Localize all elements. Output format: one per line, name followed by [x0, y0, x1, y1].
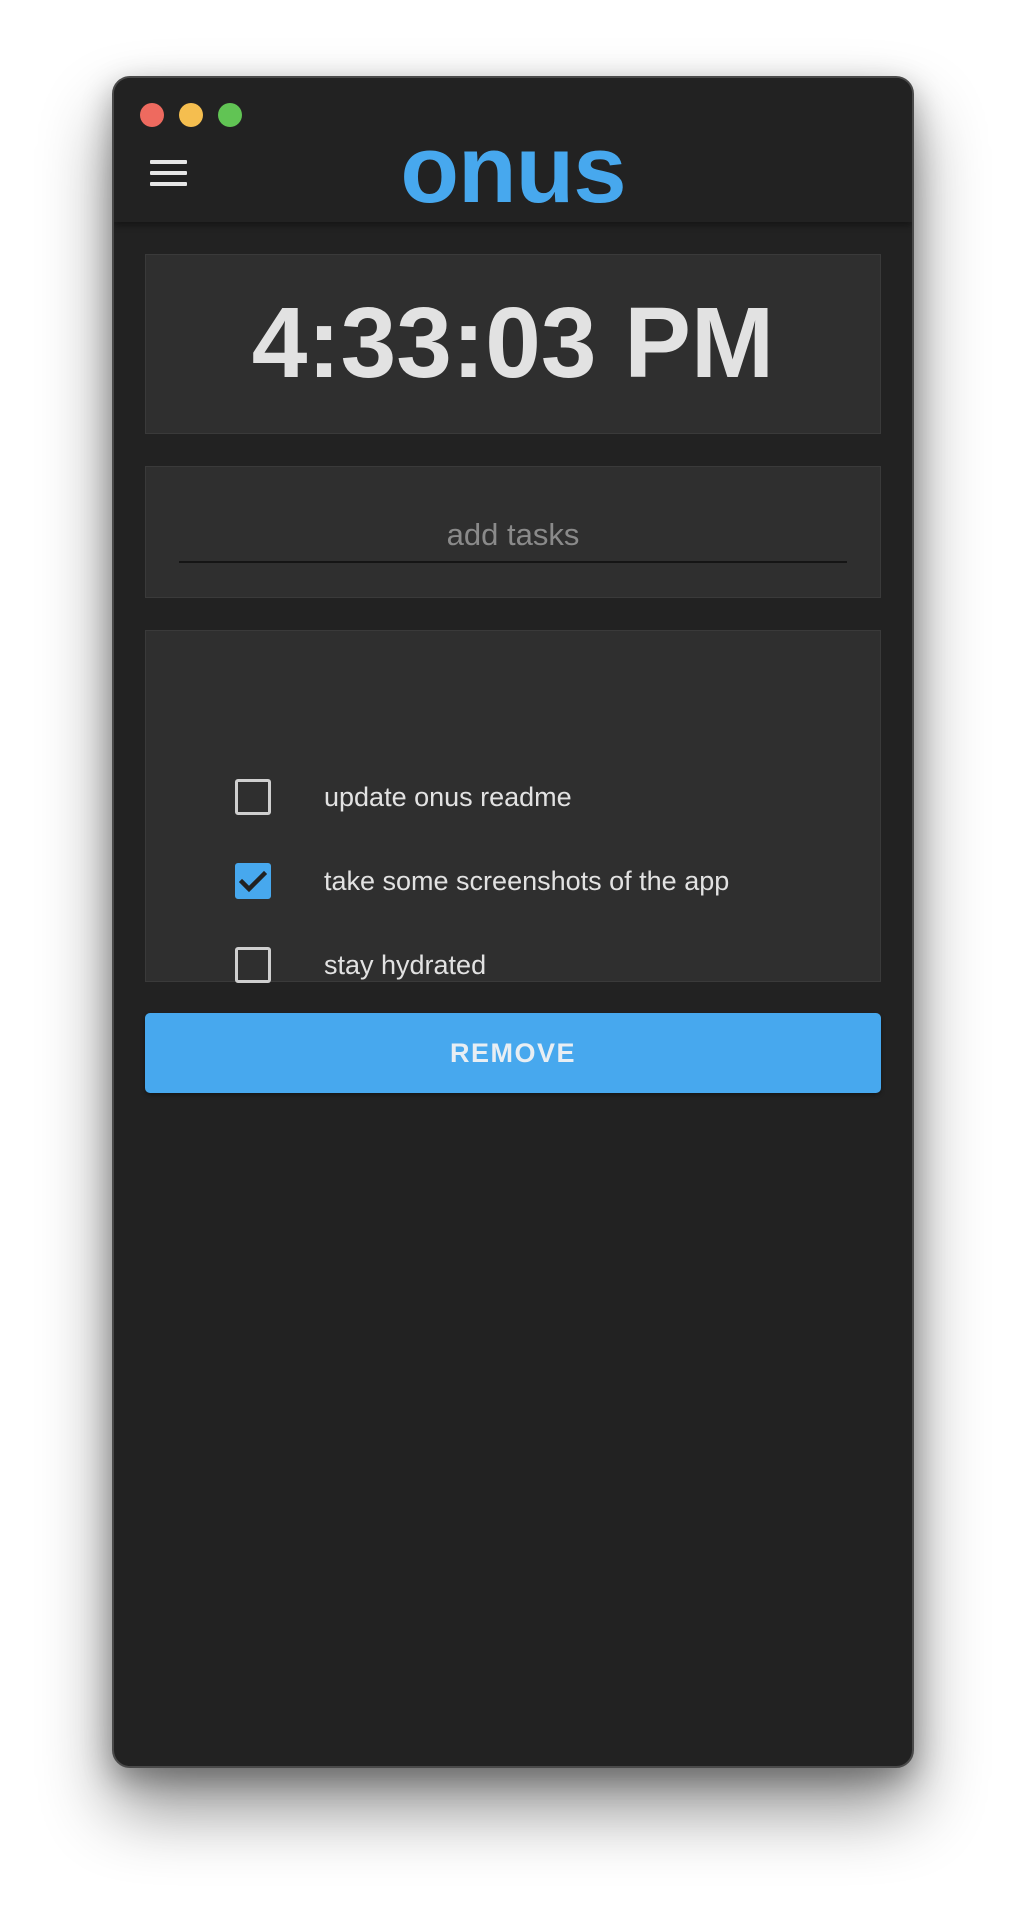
- checkmark-icon: [239, 870, 267, 893]
- task-label: take some screenshots of the app: [324, 866, 730, 896]
- task-item[interactable]: update onus readme: [235, 779, 815, 819]
- task-item[interactable]: take some screenshots of the app: [235, 863, 815, 903]
- remove-button[interactable]: REMOVE: [145, 1013, 881, 1093]
- task-checkbox[interactable]: [235, 947, 271, 983]
- title-bar: onus: [114, 78, 912, 222]
- clock-display: 4:33:03 PM: [251, 287, 775, 399]
- app-title: onus: [400, 116, 626, 223]
- task-item[interactable]: stay hydrated: [235, 947, 815, 987]
- task-checkbox[interactable]: [235, 863, 271, 899]
- add-task-card: [145, 466, 881, 598]
- task-list: update onus readme take some screenshots…: [145, 630, 881, 983]
- clock-card: 4:33:03 PM: [145, 254, 881, 434]
- app-window: onus 4:33:03 PM update onus readme take …: [112, 76, 914, 1768]
- task-label: stay hydrated: [324, 950, 487, 980]
- add-task-input[interactable]: [179, 509, 847, 563]
- task-checkbox[interactable]: [235, 779, 271, 815]
- task-label: update onus readme: [324, 782, 572, 812]
